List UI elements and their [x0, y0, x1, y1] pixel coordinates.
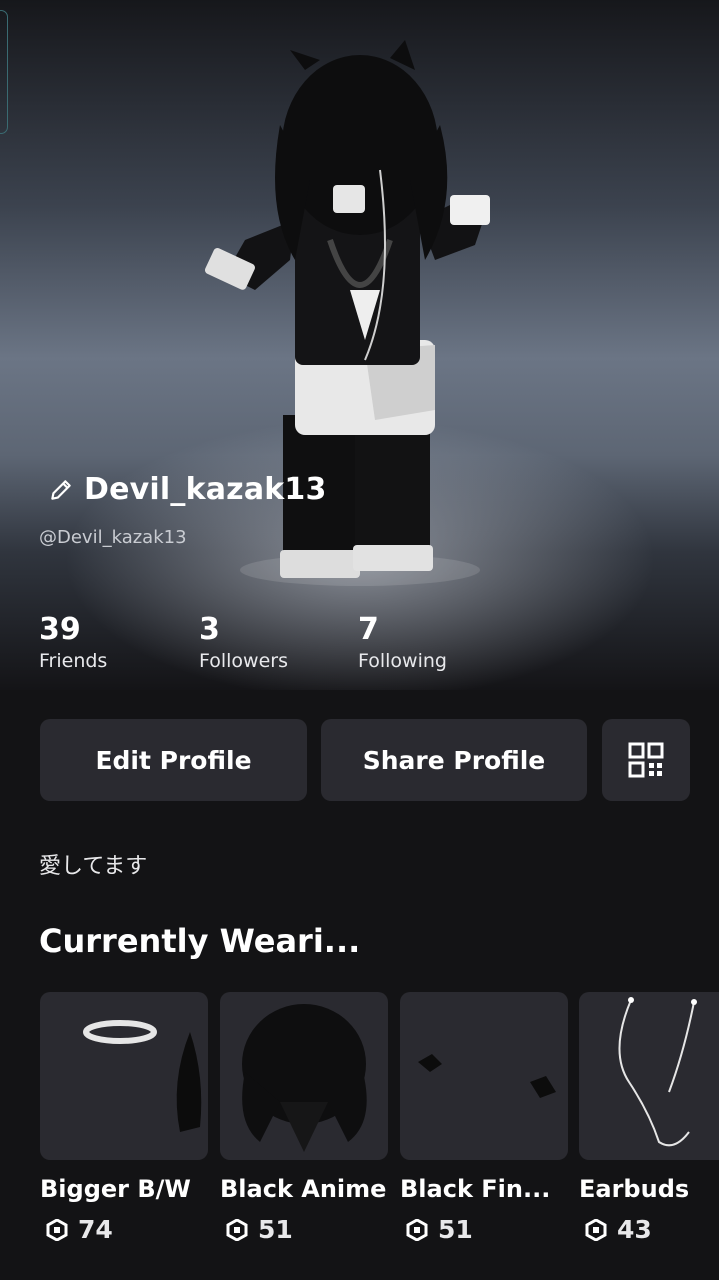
profile-hero: Devil_kazak13 @Devil_kazak13	[0, 0, 719, 690]
item-name: Black Fin...	[400, 1175, 551, 1203]
item-thumbnail[interactable]	[400, 992, 568, 1160]
stat-friends[interactable]: 39 Friends	[39, 612, 107, 674]
display-name-row[interactable]: Devil_kazak13	[48, 472, 327, 507]
profile-stats: 39 Friends 3 Followers 7 Following	[0, 612, 719, 682]
stat-followers[interactable]: 3 Followers	[199, 612, 288, 674]
item-name: Black Anime	[220, 1175, 387, 1203]
item-price: 51	[400, 1215, 568, 1244]
edit-profile-button[interactable]: Edit Profile	[40, 719, 307, 801]
qr-code-button[interactable]	[602, 719, 690, 801]
following-count: 7	[358, 612, 379, 647]
item-thumbnail[interactable]	[40, 992, 208, 1160]
friends-count: 39	[39, 612, 81, 647]
wearing-item[interactable]: Black Anime 51	[220, 992, 388, 1244]
robux-icon	[226, 1218, 248, 1241]
robux-icon	[406, 1218, 428, 1241]
wearing-item[interactable]: Earbuds 43	[579, 992, 719, 1244]
item-name: Earbuds	[579, 1175, 690, 1203]
share-profile-button[interactable]: Share Profile	[321, 719, 587, 801]
price-value: 51	[258, 1215, 293, 1244]
robux-icon	[585, 1218, 607, 1241]
edge-handle[interactable]	[0, 10, 8, 134]
wearing-item[interactable]: Black Fin... 51	[400, 992, 568, 1244]
friends-label: Friends	[39, 650, 108, 672]
username: @Devil_kazak13	[39, 527, 187, 548]
price-value: 43	[617, 1215, 652, 1244]
wearing-item[interactable]: Bigger B/W 74	[40, 992, 208, 1244]
pencil-edit-icon[interactable]	[48, 477, 74, 503]
item-thumbnail[interactable]	[220, 992, 388, 1160]
robux-icon	[46, 1218, 68, 1241]
following-label: Following	[358, 650, 447, 672]
stat-following[interactable]: 7 Following	[358, 612, 447, 674]
followers-label: Followers	[199, 650, 288, 672]
qr-code-icon	[628, 742, 664, 778]
display-name: Devil_kazak13	[84, 472, 327, 507]
currently-wearing-title[interactable]: Currently Weari...	[39, 922, 360, 960]
item-name: Bigger B/W	[40, 1175, 191, 1203]
item-price: 51	[220, 1215, 388, 1244]
item-thumbnail[interactable]	[579, 992, 719, 1160]
followers-count: 3	[199, 612, 220, 647]
profile-bio: 愛してます	[39, 854, 148, 879]
item-price: 43	[579, 1215, 719, 1244]
price-value: 74	[78, 1215, 113, 1244]
price-value: 51	[438, 1215, 473, 1244]
item-price: 74	[40, 1215, 208, 1244]
